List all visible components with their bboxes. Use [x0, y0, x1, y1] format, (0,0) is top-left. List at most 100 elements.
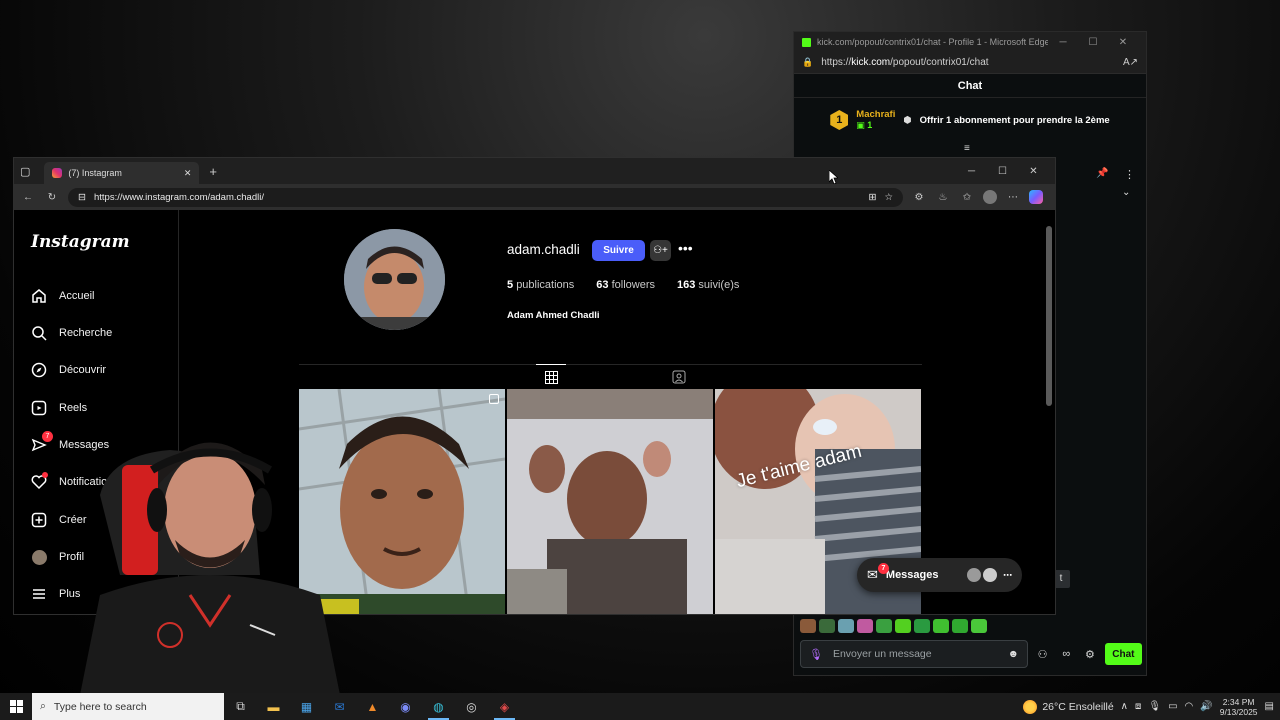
profile-avatar-icon[interactable]	[983, 190, 997, 204]
more-options-icon[interactable]: •••	[678, 240, 693, 256]
messages-floating-button[interactable]: ✉ 7 Messages ⋯	[857, 558, 1022, 592]
tagged-icon	[672, 370, 686, 383]
home-icon	[31, 288, 47, 304]
copilot-icon[interactable]	[1029, 190, 1043, 204]
emote-icon[interactable]	[876, 619, 892, 633]
follow-button[interactable]: Suivre	[592, 240, 645, 261]
outlook-icon[interactable]: ✉	[323, 693, 356, 720]
sidebar-item-decouvrir[interactable]: Découvrir	[31, 358, 106, 382]
emote-icon[interactable]	[914, 619, 930, 633]
close-tab-icon[interactable]: ✕	[184, 168, 192, 179]
profile-stats: 5 publications 63 followers 163 suivi(e)…	[507, 279, 739, 291]
gift-sub-banner[interactable]: 1 Machrafi ▣ 1 ⬢ Offrir 1 abonnement pou…	[794, 98, 1146, 142]
following-count-value: 163	[677, 279, 696, 291]
network-icon[interactable]: ▭	[1168, 701, 1177, 712]
tab-actions-icon[interactable]: ▢	[20, 165, 30, 178]
close-icon[interactable]: ✕	[1108, 37, 1138, 48]
sidebar-item-recherche[interactable]: Recherche	[31, 321, 112, 345]
obs-icon[interactable]: ◎	[455, 693, 488, 720]
infinity-icon[interactable]: ∞	[1057, 648, 1075, 660]
emote-icon[interactable]	[971, 619, 987, 633]
file-explorer-icon[interactable]: ▬	[257, 693, 290, 720]
messages-pill-badge: 7	[878, 563, 889, 574]
tab-instagram[interactable]: (7) Instagram ✕	[44, 162, 200, 184]
start-button[interactable]	[0, 700, 32, 713]
refresh-icon[interactable]: ↻	[44, 192, 60, 203]
gift-icon: ⬢	[903, 114, 912, 126]
kebab-menu-icon[interactable]: ⋮	[1124, 168, 1135, 181]
favorite-star-icon[interactable]: ☆	[884, 192, 893, 203]
pin-icon[interactable]: 📌	[1096, 168, 1108, 179]
following-count[interactable]: 163 suivi(e)s	[677, 279, 739, 291]
users-icon[interactable]: ⚇	[1034, 648, 1052, 661]
split-screen-icon[interactable]: ⊞	[869, 192, 877, 203]
suggested-users-icon[interactable]: ⚇+	[650, 240, 671, 261]
chat-send-button[interactable]: Chat	[1104, 643, 1142, 665]
sidebar-label: Reels	[59, 402, 88, 414]
site-info-icon[interactable]: ⊟	[78, 192, 86, 203]
settings-icon[interactable]: ⚙	[1081, 648, 1099, 661]
back-icon[interactable]: ←	[20, 192, 36, 203]
maximize-icon[interactable]: ☐	[987, 166, 1018, 177]
chevron-down-icon[interactable]: ⌄	[1122, 187, 1130, 198]
kick-titlebar[interactable]: kick.com/popout/contrix01/chat - Profile…	[794, 32, 1146, 52]
sidebar-item-accueil[interactable]: Accueil	[31, 284, 94, 308]
minimize-icon[interactable]: ─	[956, 166, 987, 177]
kick-address-bar[interactable]: 🔒 https://kick.com/popout/contrix01/chat…	[794, 52, 1146, 74]
minimize-icon[interactable]: ─	[1048, 37, 1078, 48]
emote-icon[interactable]	[952, 619, 968, 633]
clock[interactable]: 2:34 PM 9/13/2025	[1220, 697, 1258, 717]
microphone-icon[interactable]: 🎙	[809, 648, 823, 661]
grid-icon	[544, 370, 558, 384]
notifications-icon[interactable]: ▤	[1265, 701, 1274, 712]
navigation-bar: ← ↻ ⊟ https://www.instagram.com/adam.cha…	[14, 184, 1055, 210]
emote-icon[interactable]	[895, 619, 911, 633]
send-row: 🎙 Envoyer un message ☻ ⚇ ∞ ⚙ Chat	[800, 640, 1142, 668]
read-aloud-icon[interactable]: A↗	[1123, 57, 1138, 68]
tray-app-icon[interactable]: ⧈	[1135, 701, 1141, 712]
emote-icon[interactable]	[933, 619, 949, 633]
profile-avatar[interactable]	[344, 229, 445, 330]
discord-icon[interactable]: ◉	[389, 693, 422, 720]
tagged-tab[interactable]	[664, 364, 694, 389]
edge-icon[interactable]: ◍	[422, 693, 455, 720]
sidebar-item-reels[interactable]: Reels	[31, 396, 87, 420]
extensions-icon[interactable]: ⚙	[911, 192, 927, 203]
message-input[interactable]: 🎙 Envoyer un message ☻	[800, 640, 1028, 668]
weather-widget[interactable]: 26°C Ensoleillé	[1023, 699, 1114, 714]
app-red-icon[interactable]: ◈	[488, 693, 521, 720]
posts-grid-tab[interactable]	[536, 364, 566, 389]
emote-icon[interactable]	[819, 619, 835, 633]
new-tab-icon[interactable]: +	[209, 164, 217, 179]
profile-full-name: Adam Ahmed Chadli	[507, 310, 600, 321]
taskbar-search[interactable]: ⌕ Type here to search	[32, 693, 224, 720]
instagram-logo[interactable]: Instagram	[31, 232, 130, 252]
address-bar[interactable]: ⊟ https://www.instagram.com/adam.chadli/…	[68, 187, 903, 207]
post-tile[interactable]	[507, 389, 713, 614]
kick-url[interactable]: https://kick.com/popout/contrix01/chat	[821, 57, 1123, 68]
app-orange-icon[interactable]: ▲	[356, 693, 389, 720]
tray-chevron-icon[interactable]: ∧	[1121, 701, 1128, 712]
favorites-icon[interactable]: ✩	[959, 192, 975, 203]
store-icon[interactable]: ▦	[290, 693, 323, 720]
messages-pill-label: Messages	[885, 569, 939, 581]
emote-icon[interactable]	[857, 619, 873, 633]
wifi-icon[interactable]: ◠	[1185, 701, 1194, 712]
emote-icon[interactable]	[838, 619, 854, 633]
profile-username: adam.chadli	[507, 242, 580, 257]
microphone-icon[interactable]: 🎙	[1148, 701, 1161, 712]
more-menu-icon[interactable]: ⋯	[1005, 192, 1021, 203]
emote-icon[interactable]	[800, 619, 816, 633]
followers-label: followers	[611, 279, 655, 291]
task-view-icon[interactable]: ⧉	[224, 693, 257, 720]
scrollbar-thumb[interactable]	[1046, 226, 1052, 406]
window-controls: ─ ☐ ✕	[956, 166, 1049, 177]
close-icon[interactable]: ✕	[1018, 166, 1049, 177]
volume-icon[interactable]: 🔊	[1200, 701, 1212, 712]
followers-count[interactable]: 63 followers	[596, 279, 655, 291]
scroll-down-icon[interactable]: ≡	[964, 143, 970, 154]
maximize-icon[interactable]: ☐	[1078, 37, 1108, 48]
emoji-icon[interactable]: ☻	[1008, 648, 1019, 660]
performance-icon[interactable]: ♨	[935, 192, 951, 203]
page-scrollbar[interactable]	[1045, 220, 1053, 610]
